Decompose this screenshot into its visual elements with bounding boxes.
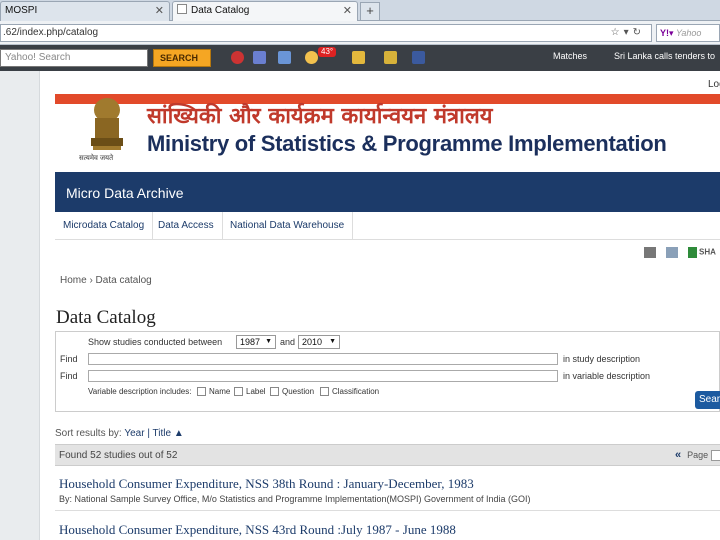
tab-data-catalog[interactable]: Data Catalog ✕ <box>172 1 358 21</box>
show-studies-label: Show studies conducted between <box>88 337 223 347</box>
page-title: Data Catalog <box>56 307 156 328</box>
facebook-icon[interactable] <box>412 51 425 64</box>
pager: « Page <box>675 449 720 462</box>
toolbar-search-button[interactable]: SEARCH <box>153 49 211 67</box>
print-icon[interactable] <box>644 247 656 258</box>
reload-icon[interactable]: ☆▾↻ <box>611 25 645 41</box>
checkbox-question[interactable] <box>270 387 279 396</box>
study-producer: By: National Sample Survey Office, M/o S… <box>59 494 531 504</box>
emblem-caption: सत्यमेव जयते <box>79 155 114 162</box>
and-label: and <box>280 337 296 347</box>
tab-mospi[interactable]: MOSPI ✕ <box>0 1 170 21</box>
checkbox-name[interactable] <box>197 387 206 396</box>
sort-by-year[interactable]: Year <box>124 428 144 439</box>
section-bar: Micro Data Archive <box>55 172 720 212</box>
sort-by-title[interactable]: Title <box>153 428 172 439</box>
catalog-search-form: Show studies conducted between 1987 ▼ and… <box>55 331 720 412</box>
checkbox-label[interactable] <box>234 387 243 396</box>
to-year-value: 2010 <box>302 337 323 347</box>
page-utilities: SHA <box>644 247 716 258</box>
breadcrumb[interactable]: Home › Data catalog <box>60 275 152 286</box>
study-scope-label: in study description <box>563 354 641 364</box>
browser-tab-bar: MOSPI ✕ Data Catalog ✕ + <box>0 0 720 21</box>
results-bar: Found 52 studies out of 52 « Page <box>55 444 720 466</box>
checkbox-classification[interactable] <box>320 387 329 396</box>
weather-icon[interactable] <box>305 51 318 64</box>
menu-national-data-warehouse[interactable]: National Data Warehouse <box>222 212 354 240</box>
share-label[interactable]: SHA <box>699 248 716 257</box>
english-title: Ministry of Statistics & Programme Imple… <box>147 131 667 156</box>
study-title-link[interactable]: Household Consumer Expenditure, NSS 38th… <box>59 476 719 492</box>
find-study-label: Find <box>60 354 78 364</box>
variable-includes-label: Variable description includes: <box>88 387 192 396</box>
menu-data-access[interactable]: Data Access <box>150 212 223 240</box>
menu-microdata-catalog[interactable]: Microdata Catalog <box>55 212 154 240</box>
study-description-input[interactable] <box>88 353 558 365</box>
list-item: Household Consumer Expenditure, NSS 43rd… <box>59 522 719 538</box>
page-number-input[interactable] <box>711 450 720 462</box>
left-gutter <box>0 71 40 540</box>
ministry-banner: सत्यमेव जयते सांख्यिकी और कार्यक्रम कार्… <box>55 94 720 172</box>
national-emblem-icon <box>91 98 123 150</box>
sort-controls: Sort results by: Year | Title ▲ <box>55 428 184 439</box>
checkbox-label-label: Label <box>246 387 266 396</box>
url-text: .62/index.php/catalog <box>3 27 99 38</box>
checkbox-classification-label: Classification <box>332 387 380 396</box>
divider <box>55 510 720 511</box>
results-summary: Found 52 studies out of 52 <box>59 450 178 461</box>
sort-ascending-icon: ▲ <box>173 428 184 439</box>
page-icon <box>177 4 187 14</box>
hindi-title: सांख्यिकी और कार्यक्रम कार्यान्वयन मंत्र… <box>147 104 493 129</box>
checkbox-question-label: Question <box>282 387 315 396</box>
yahoo-logo-icon: Y! <box>660 28 669 38</box>
tab-label: Data Catalog <box>191 5 250 16</box>
toolbar-search-input[interactable]: Yahoo! Search <box>0 49 148 67</box>
to-year-select[interactable]: 2010 ▼ <box>298 335 340 349</box>
yahoo-search-box[interactable]: Y!▾ Yahoo <box>656 24 720 42</box>
close-icon[interactable]: ✕ <box>155 2 164 20</box>
games-icon[interactable] <box>352 51 365 64</box>
finance-icon[interactable] <box>384 51 397 64</box>
sort-label: Sort results by: <box>55 428 122 439</box>
news-icon[interactable] <box>253 51 266 64</box>
address-bar[interactable]: .62/index.php/catalog ☆▾↻ <box>0 24 652 42</box>
from-year-select[interactable]: 1987 ▼ <box>236 335 276 349</box>
main-menu: Microdata Catalog Data Access National D… <box>55 212 720 240</box>
tab-label: MOSPI <box>5 5 38 16</box>
close-icon[interactable]: ✕ <box>343 2 352 20</box>
variable-description-input[interactable] <box>88 370 558 382</box>
search-button[interactable]: Sear <box>695 391 720 409</box>
login-link[interactable]: Log <box>708 79 720 90</box>
from-year-value: 1987 <box>240 337 261 347</box>
section-title: Micro Data Archive <box>66 185 184 201</box>
variable-scope-label: in variable description <box>563 371 651 381</box>
chevron-down-icon: ▼ <box>329 338 336 345</box>
checkbox-name-label: Name <box>209 387 231 396</box>
pager-label: Page <box>687 450 709 460</box>
share-icon[interactable] <box>688 247 697 258</box>
yahoo-toolbar: Yahoo! Search SEARCH 43° Matches Sri Lan… <box>0 45 720 71</box>
navigation-bar: .62/index.php/catalog ☆▾↻ Y!▾ Yahoo <box>0 21 720 45</box>
toolbar-link-news[interactable]: Sri Lanka calls tenders to <box>614 51 715 61</box>
mail-icon[interactable] <box>278 51 291 64</box>
email-icon[interactable] <box>666 247 678 258</box>
sort-separator: | <box>147 428 150 439</box>
new-tab-button[interactable]: + <box>360 2 380 20</box>
study-title-link[interactable]: Household Consumer Expenditure, NSS 43rd… <box>59 522 719 538</box>
list-item: Household Consumer Expenditure, NSS 38th… <box>59 476 719 504</box>
weather-badge: 43° <box>318 47 337 57</box>
toolbar-link-matches[interactable]: Matches <box>553 51 587 61</box>
chevron-down-icon: ▼ <box>265 338 272 345</box>
find-variable-label: Find <box>60 371 78 381</box>
music-icon[interactable] <box>231 51 244 64</box>
first-page-icon[interactable]: « <box>675 449 681 461</box>
yahoo-search-placeholder: Yahoo <box>676 28 702 38</box>
